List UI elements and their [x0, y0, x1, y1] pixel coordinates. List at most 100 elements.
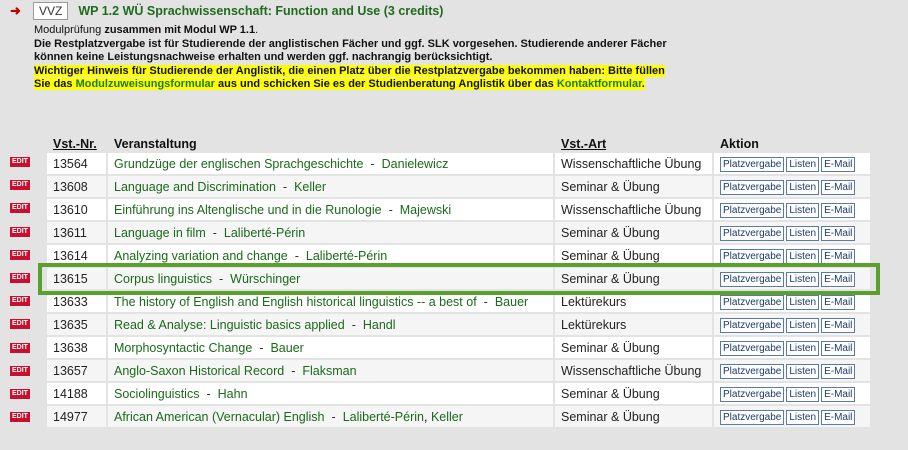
table-row: 13608 Language and Discrimination - Keller S… [47, 175, 872, 199]
listen-button[interactable]: Listen [786, 156, 820, 172]
listen-button[interactable]: Listen [786, 340, 820, 356]
table-row: 13638 Morphosyntactic Change - Bauer Seminar… [47, 336, 872, 360]
course-title-link[interactable]: Morphosyntactic Change [114, 341, 252, 355]
listen-button[interactable]: Listen [786, 271, 820, 287]
modulzuweisung-link[interactable]: Modulzuweisungsformular [76, 78, 215, 90]
platzvergabe-button[interactable]: Platzvergabe [720, 271, 785, 287]
table-row: 14977 African American (Vernacular) Engli… [47, 405, 872, 429]
platzvergabe-button[interactable]: Platzvergabe [720, 202, 785, 218]
email-button[interactable]: E-Mail [821, 409, 856, 425]
email-button[interactable]: E-Mail [821, 317, 856, 333]
lecturer-link[interactable]: Würschinger [230, 272, 300, 286]
lecturer-link[interactable]: Flaksman [302, 364, 356, 378]
course-cell: Grundzüge der englischen Sprachgeschicht… [107, 153, 555, 176]
course-title-link[interactable]: Read & Analyse: Linguistic basics applie… [114, 318, 345, 332]
lecturer-link[interactable]: Majewski [400, 203, 451, 217]
separator: - [351, 317, 356, 332]
platzvergabe-button[interactable]: Platzvergabe [720, 340, 785, 356]
email-button[interactable]: E-Mail [821, 225, 856, 241]
course-number: 14188 [47, 382, 108, 406]
module-info: Modulprüfung zusammen mit Modul WP 1.1. … [34, 24, 667, 92]
edit-icon[interactable]: EDIT [10, 180, 30, 191]
platzvergabe-button[interactable]: Platzvergabe [720, 317, 785, 333]
email-button[interactable]: E-Mail [821, 156, 856, 172]
table-row: 13615 Corpus linguistics - Würschinger Semin… [47, 267, 872, 291]
lecturer-link[interactable]: Keller [294, 180, 326, 194]
lecturer-link[interactable]: Keller [431, 410, 463, 424]
lecturer-link[interactable]: Laliberté-Périn [224, 226, 305, 240]
listen-button[interactable]: Listen [786, 202, 820, 218]
platzvergabe-button[interactable]: Platzvergabe [720, 386, 785, 402]
notice-line-1-wrap: Wichtiger Hinweis für Studierende der An… [34, 64, 667, 79]
listen-button[interactable]: Listen [786, 225, 820, 241]
platzvergabe-button[interactable]: Platzvergabe [720, 409, 785, 425]
course-title-link[interactable]: Language in film [114, 226, 206, 240]
platzvergabe-button[interactable]: Platzvergabe [720, 156, 785, 172]
email-button[interactable]: E-Mail [821, 271, 856, 287]
lecturer-link[interactable]: Danielewicz [382, 157, 449, 171]
listen-button[interactable]: Listen [786, 248, 820, 264]
course-title-link[interactable]: Sociolinguistics [114, 387, 199, 401]
kontaktformular-link[interactable]: Kontaktformular [557, 78, 642, 90]
course-title-link[interactable]: The history of English and English histo… [114, 295, 477, 309]
separator: - [212, 225, 217, 240]
table-row: 13611 Language in film - Laliberté-Périn Sem… [47, 221, 872, 245]
platzvergabe-button[interactable]: Platzvergabe [720, 225, 785, 241]
lecturer-link[interactable]: Bauer [270, 341, 303, 355]
course-title-link[interactable]: Language and Discrimination [114, 180, 276, 194]
edit-icon[interactable]: EDIT [10, 203, 30, 214]
listen-button[interactable]: Listen [786, 317, 820, 333]
platzvergabe-button[interactable]: Platzvergabe [720, 179, 785, 195]
listen-button[interactable]: Listen [786, 363, 820, 379]
listen-button[interactable]: Listen [786, 179, 820, 195]
info-line-3: können keine Leistungsnachweise erhalten… [34, 51, 493, 63]
listen-button[interactable]: Listen [786, 409, 820, 425]
info-exam-suffix: . [255, 24, 259, 36]
vvz-button[interactable]: VVZ [33, 2, 69, 20]
info-line-2: Die Restplatzvergabe ist für Studierende… [34, 37, 667, 50]
course-cell: Language in film - Laliberté-Périn [107, 221, 555, 245]
edit-icon[interactable]: EDIT [10, 249, 30, 260]
lecturer-link[interactable]: Laliberté-Périn [343, 410, 424, 424]
email-button[interactable]: E-Mail [821, 386, 856, 402]
edit-icon[interactable]: EDIT [10, 296, 30, 307]
edit-icon[interactable]: EDIT [10, 412, 30, 423]
edit-icon[interactable]: EDIT [10, 226, 30, 237]
edit-icon[interactable]: EDIT [10, 157, 30, 167]
email-button[interactable]: E-Mail [821, 340, 856, 356]
listen-button[interactable]: Listen [786, 386, 820, 402]
platzvergabe-button[interactable]: Platzvergabe [720, 248, 785, 264]
course-title-link[interactable]: Einführung ins Altenglische und in die R… [114, 203, 382, 217]
email-button[interactable]: E-Mail [821, 294, 856, 310]
listen-button[interactable]: Listen [786, 294, 820, 310]
separator: - [294, 248, 299, 263]
edit-icon[interactable]: EDIT [10, 389, 30, 399]
edit-icon[interactable]: EDIT [10, 273, 30, 283]
header-art[interactable]: Vst.-Art [554, 135, 714, 153]
course-title-link[interactable]: Anglo-Saxon Historical Record [114, 364, 284, 378]
lecturer-link[interactable]: Laliberté-Périn [306, 249, 387, 263]
course-number: 13564 [47, 153, 108, 176]
edit-icon[interactable]: EDIT [10, 342, 30, 353]
course-title-link[interactable]: Grundzüge der englischen Sprachgeschicht… [114, 157, 363, 171]
email-button[interactable]: E-Mail [821, 202, 856, 218]
course-cell: Language and Discrimination - Keller [107, 175, 555, 199]
course-title-link[interactable]: Corpus linguistics [114, 272, 212, 286]
edit-icon[interactable]: EDIT [10, 319, 30, 330]
lecturer-link[interactable]: Handl [363, 318, 396, 332]
edit-icon[interactable]: EDIT [10, 365, 30, 376]
table-header-row: Vst.-Nr. Veranstaltung Vst.-Art Aktion [47, 135, 872, 153]
notice-line-1: Wichtiger Hinweis für Studierende der An… [34, 64, 665, 77]
platzvergabe-button[interactable]: Platzvergabe [720, 294, 785, 310]
email-button[interactable]: E-Mail [821, 248, 856, 264]
course-title-link[interactable]: Analyzing variation and change [114, 249, 288, 263]
email-button[interactable]: E-Mail [821, 179, 856, 195]
course-cell: The history of English and English histo… [107, 290, 555, 314]
course-title-link[interactable]: African American (Vernacular) English [114, 410, 325, 424]
course-type: Lektürekurs [554, 290, 714, 314]
header-nr[interactable]: Vst.-Nr. [47, 135, 108, 153]
email-button[interactable]: E-Mail [821, 363, 856, 379]
platzvergabe-button[interactable]: Platzvergabe [720, 363, 785, 379]
lecturer-link[interactable]: Bauer [495, 295, 528, 309]
lecturer-link[interactable]: Hahn [218, 387, 248, 401]
